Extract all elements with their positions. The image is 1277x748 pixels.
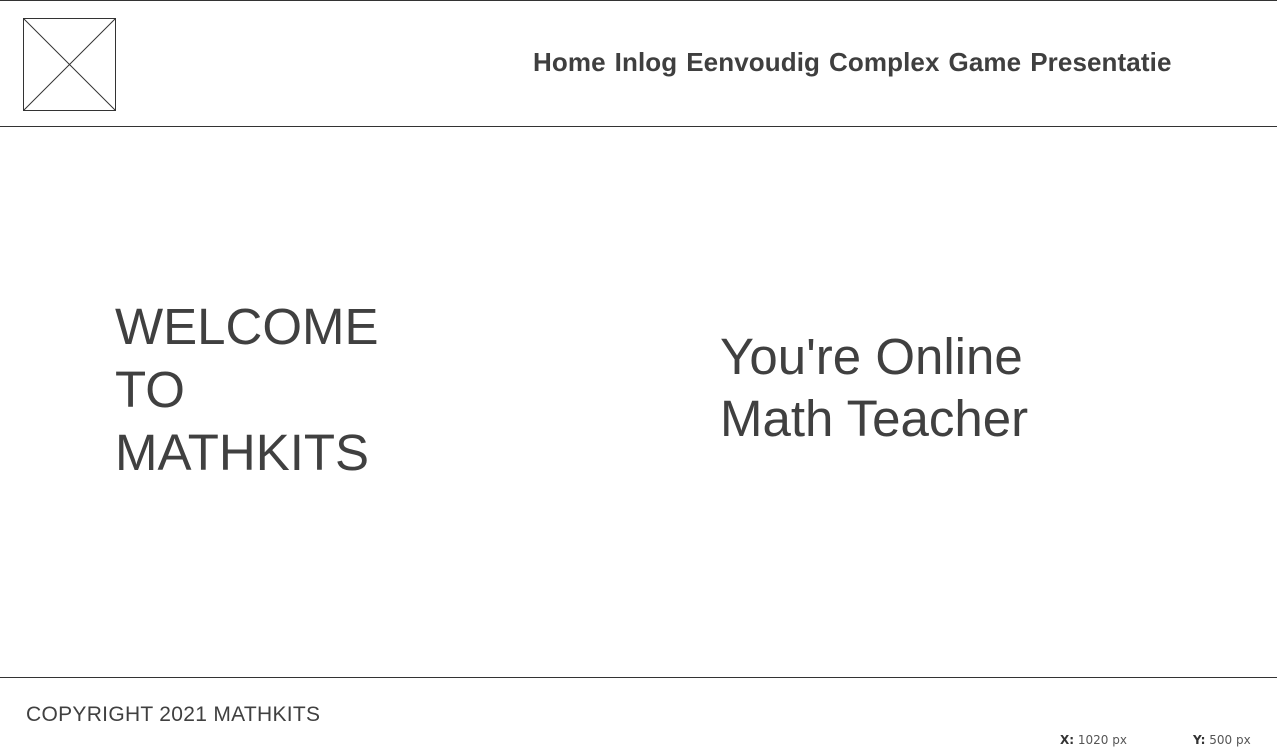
main-nav: Home Inlog Eenvoudig Complex Game Presen… [533,47,1172,78]
y-label: Y: [1193,733,1206,747]
x-coordinate-readout: X: 1020 px [1060,733,1127,747]
x-value: 1020 px [1077,733,1127,747]
welcome-heading: WELCOME TO MATHKITS [115,295,415,484]
nav-presentatie[interactable]: Presentatie [1030,47,1171,78]
welcome-line: TO [115,361,185,418]
y-coordinate-readout: Y: 500 px [1193,733,1251,747]
header: Home Inlog Eenvoudig Complex Game Presen… [0,0,1277,127]
x-label: X: [1060,733,1075,747]
nav-complex[interactable]: Complex [829,47,940,78]
tagline-line: Math Teacher [720,390,1029,447]
nav-game[interactable]: Game [949,47,1022,78]
nav-eenvoudig[interactable]: Eenvoudig [686,47,820,78]
tagline-line: You're Online [720,328,1023,385]
nav-home[interactable]: Home [533,47,606,78]
welcome-line: MATHKITS [115,424,370,481]
nav-inlog[interactable]: Inlog [615,47,678,78]
footer: COPYRIGHT 2021 MATHKITS X: 1020 px Y: 50… [0,677,1277,748]
tagline: You're Online Math Teacher [720,326,1120,450]
welcome-line: WELCOME [115,298,379,355]
copyright-text: COPYRIGHT 2021 MATHKITS [26,703,321,726]
y-value: 500 px [1209,733,1251,747]
logo-placeholder-icon[interactable] [23,18,116,111]
